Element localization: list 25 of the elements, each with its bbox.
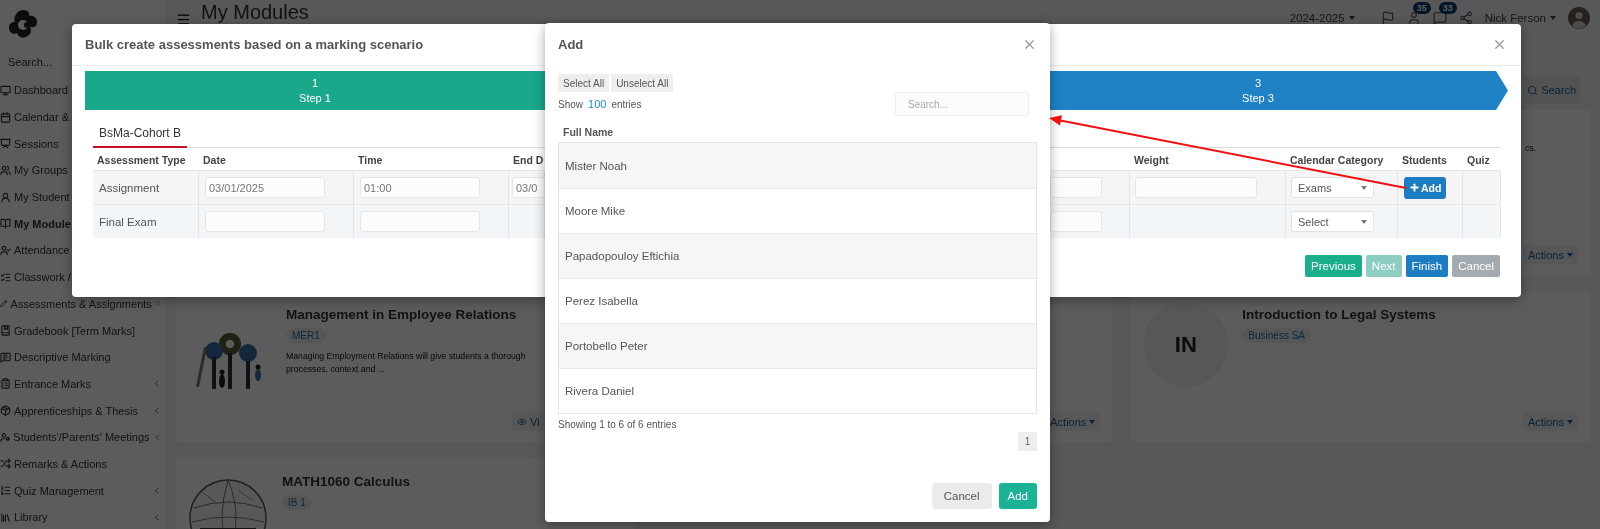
notification-badge: 33 (1438, 2, 1457, 14)
column-header: Weight (1133, 154, 1169, 166)
column-header: End D (512, 154, 544, 166)
module-avatar: IN (1143, 302, 1229, 387)
column-header: Assessment Type (96, 154, 186, 166)
page-title: My Modules (201, 1, 309, 23)
dialog-title: Bulk create assessments based on a marking scenario (85, 37, 424, 52)
column-header: Full Name (562, 126, 614, 138)
notification-badge: 35 (1412, 2, 1431, 14)
module-tag: MER1 (286, 328, 326, 343)
column-header: Calendar Category (1289, 154, 1384, 166)
column-header: Students (1401, 154, 1447, 166)
module-tag: Business SA (1242, 328, 1312, 343)
table-cell: Final Exam (99, 215, 157, 228)
table-info: Showing 1 to 6 of 6 entries (558, 419, 678, 430)
table-cell: Assignment (99, 181, 160, 194)
length-label: entries (611, 99, 642, 110)
column-header: Time (357, 154, 383, 166)
length-label: Show (558, 99, 583, 110)
module-description: Managing Employment Relations will give students a thorough processes, context and ... (286, 350, 526, 376)
module-description: cs. (1523, 142, 1537, 155)
column-header: Quiz (1466, 154, 1490, 166)
dialog-title: Add (558, 36, 584, 52)
column-header: Date (202, 154, 226, 166)
module-tag: IB 1 (282, 495, 312, 510)
